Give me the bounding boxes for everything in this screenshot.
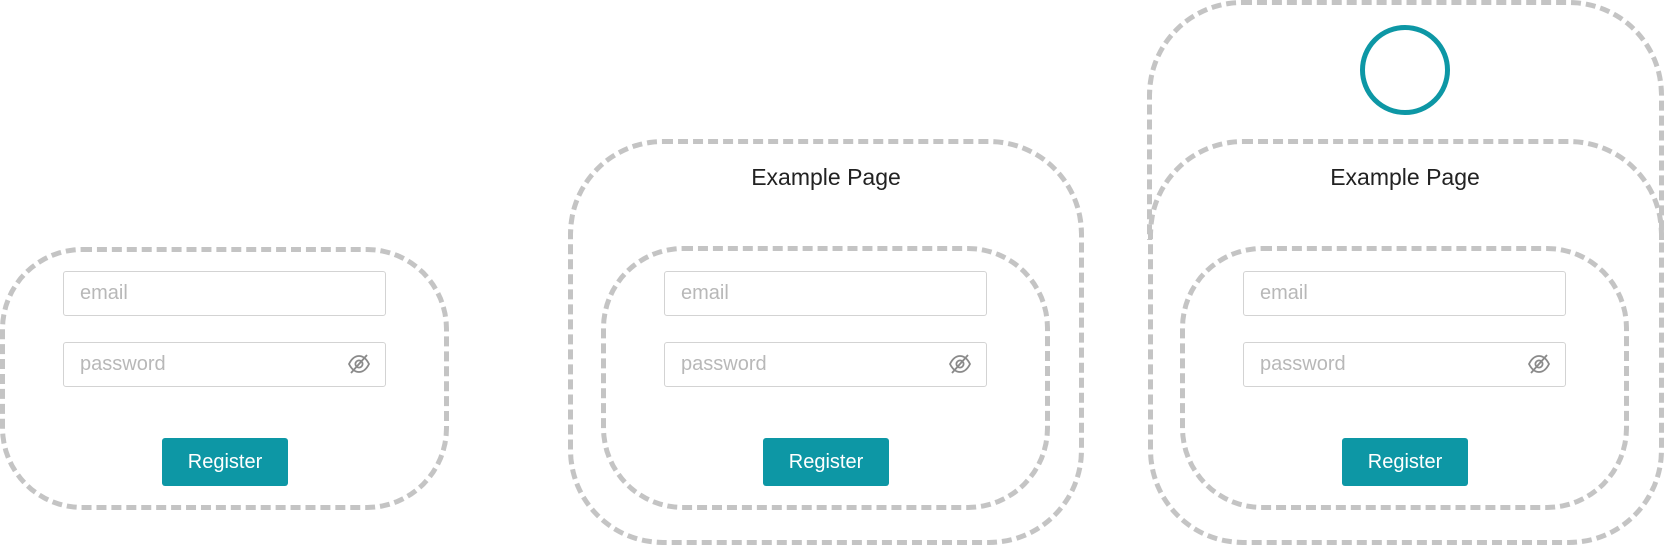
email-field[interactable] [1243,271,1566,316]
register-button[interactable]: Register [1342,438,1468,486]
eye-off-icon[interactable] [948,353,972,375]
page-title: Example Page [1330,164,1480,190]
avatar-circle [1360,25,1450,115]
register-button[interactable]: Register [162,438,288,486]
password-field-wrapper [1243,342,1566,387]
eye-off-icon[interactable] [347,353,371,375]
page-title: Example Page [751,164,901,190]
register-button[interactable]: Register [763,438,889,486]
password-field-wrapper [664,342,987,387]
eye-off-icon[interactable] [1527,353,1551,375]
password-field[interactable] [63,342,386,387]
email-field[interactable] [664,271,987,316]
password-field-wrapper [63,342,386,387]
password-field[interactable] [664,342,987,387]
password-field[interactable] [1243,342,1566,387]
email-field[interactable] [63,271,386,316]
